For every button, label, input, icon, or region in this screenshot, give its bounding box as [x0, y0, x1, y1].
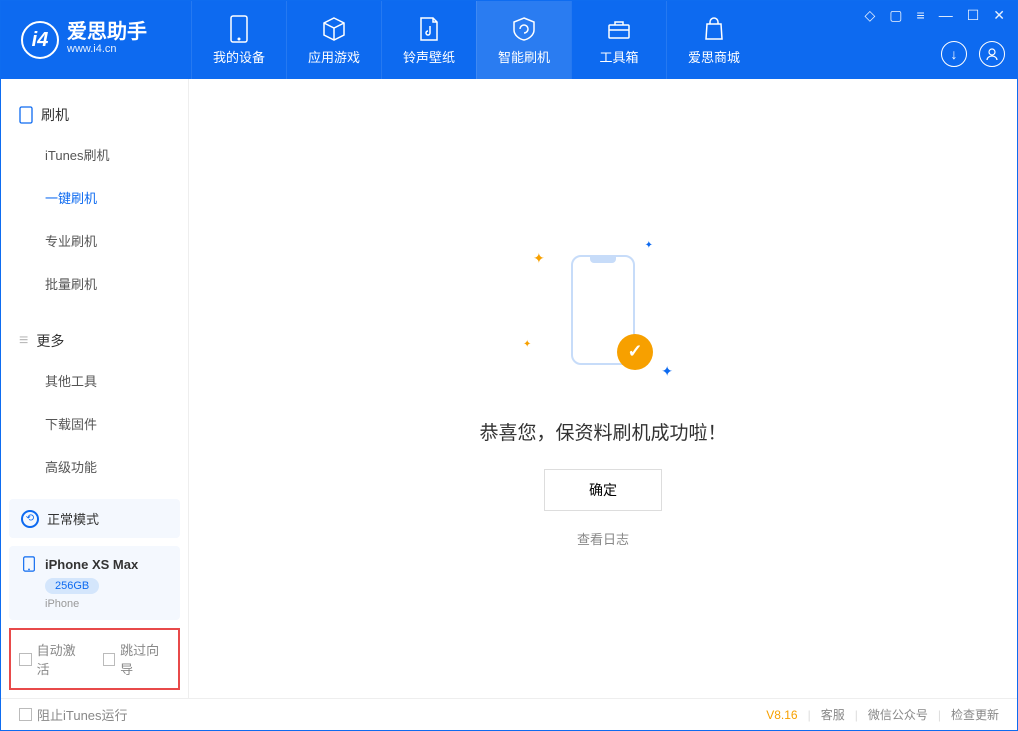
- mode-box[interactable]: ⟲ 正常模式: [9, 499, 180, 538]
- window-controls: ◇ ▢ ≡ — ☐ ✕: [865, 7, 1005, 24]
- header: i4 爱思助手 www.i4.cn 我的设备 应用游戏: [1, 1, 1017, 79]
- tab-ringtone-wallpaper[interactable]: 铃声壁纸: [381, 1, 476, 79]
- sparkle-icon: ✦: [645, 240, 653, 251]
- tab-apps-games[interactable]: 应用游戏: [286, 1, 381, 79]
- tab-store[interactable]: 爱思商城: [666, 1, 761, 79]
- footer-link-support[interactable]: 客服: [821, 706, 845, 723]
- checkbox-icon: [19, 653, 32, 666]
- separator: |: [855, 708, 858, 722]
- app-window: i4 爱思助手 www.i4.cn 我的设备 应用游戏: [0, 0, 1018, 731]
- device-name: iPhone XS Max: [45, 557, 138, 572]
- sparkle-icon: ✦: [533, 250, 545, 267]
- device-icon: [225, 15, 253, 43]
- tab-label: 爱思商城: [688, 47, 740, 66]
- sidebar-items-flash: iTunes刷机 一键刷机 专业刷机 批量刷机: [1, 133, 188, 305]
- footer-right: V8.16 | 客服 | 微信公众号 | 检查更新: [766, 706, 999, 723]
- sidebar-header-more: ≡ 更多: [1, 323, 188, 359]
- tab-toolbox[interactable]: 工具箱: [571, 1, 666, 79]
- minimize-button[interactable]: —: [939, 7, 953, 24]
- sidebar-section-flash: 刷机 iTunes刷机 一键刷机 专业刷机 批量刷机: [1, 79, 188, 305]
- refresh-shield-icon: [510, 15, 538, 43]
- sparkle-icon: ✦: [661, 363, 673, 380]
- sidebar-items-more: 其他工具 下载固件 高级功能: [1, 359, 188, 488]
- phone-small-icon: [19, 106, 33, 124]
- tab-label: 铃声壁纸: [403, 47, 455, 66]
- separator: |: [938, 708, 941, 722]
- checkbox-icon: [103, 653, 116, 666]
- checkbox-icon: [19, 708, 32, 721]
- body: 刷机 iTunes刷机 一键刷机 专业刷机 批量刷机 ≡ 更多 其他工具 下载固…: [1, 79, 1017, 698]
- sidebar-item-onekey-flash[interactable]: 一键刷机: [45, 176, 188, 219]
- feedback-icon[interactable]: ▢: [889, 7, 902, 24]
- sidebar-item-advanced[interactable]: 高级功能: [45, 445, 188, 488]
- main-content: ✦ ✦ ✦ ✦ ✓ 恭喜您，保资料刷机成功啦！ 确定 查看日志: [189, 79, 1017, 698]
- tab-label: 工具箱: [599, 47, 638, 66]
- tab-smart-flash[interactable]: 智能刷机: [476, 1, 571, 79]
- logo-icon: i4: [21, 21, 59, 59]
- skin-icon[interactable]: ◇: [865, 7, 876, 24]
- app-name: 爱思助手: [67, 22, 147, 42]
- tab-label: 应用游戏: [308, 47, 360, 66]
- sidebar-header-flash: 刷机: [1, 97, 188, 133]
- device-box[interactable]: iPhone XS Max 256GB iPhone: [9, 546, 180, 620]
- separator: |: [808, 708, 811, 722]
- logo-text: 爱思助手 www.i4.cn: [67, 22, 147, 57]
- menu-icon[interactable]: ≡: [917, 7, 925, 24]
- footer: 阻止iTunes运行 V8.16 | 客服 | 微信公众号 | 检查更新: [1, 698, 1017, 730]
- top-tabs: 我的设备 应用游戏 铃声壁纸 智能刷机: [191, 1, 761, 79]
- app-url: www.i4.cn: [67, 42, 147, 57]
- checkbox-auto-activate[interactable]: 自动激活: [19, 640, 87, 678]
- success-graphic: ✦ ✦ ✦ ✦ ✓: [523, 230, 683, 390]
- checkbox-label: 跳过向导: [120, 640, 170, 678]
- logo-area: i4 爱思助手 www.i4.cn: [1, 21, 191, 59]
- user-controls: ↓: [941, 41, 1005, 67]
- checkbox-skip-guide[interactable]: 跳过向导: [103, 640, 171, 678]
- tab-label: 智能刷机: [498, 47, 550, 66]
- sidebar-section-more: ≡ 更多 其他工具 下载固件 高级功能: [1, 305, 188, 488]
- device-type: iPhone: [45, 598, 168, 610]
- tab-label: 我的设备: [213, 47, 265, 66]
- header-right: ◇ ▢ ≡ — ☐ ✕ ↓: [865, 1, 1005, 79]
- mode-icon: ⟲: [21, 510, 39, 528]
- tab-my-device[interactable]: 我的设备: [191, 1, 286, 79]
- sidebar-item-other-tools[interactable]: 其他工具: [45, 359, 188, 402]
- version-label: V8.16: [766, 708, 797, 722]
- sparkle-icon: ✦: [523, 339, 531, 350]
- download-button[interactable]: ↓: [941, 41, 967, 67]
- sidebar-item-download-firmware[interactable]: 下载固件: [45, 402, 188, 445]
- checkbox-label: 自动激活: [37, 640, 87, 678]
- sidebar-item-batch-flash[interactable]: 批量刷机: [45, 262, 188, 305]
- toolbox-icon: [605, 15, 633, 43]
- confirm-button[interactable]: 确定: [544, 469, 662, 511]
- sidebar-item-pro-flash[interactable]: 专业刷机: [45, 219, 188, 262]
- cube-icon: [320, 15, 348, 43]
- list-icon: ≡: [19, 332, 28, 350]
- section-title: 更多: [36, 331, 64, 351]
- mode-label: 正常模式: [47, 509, 99, 528]
- footer-link-wechat[interactable]: 微信公众号: [868, 706, 928, 723]
- footer-link-check-update[interactable]: 检查更新: [951, 706, 999, 723]
- device-storage: 256GB: [45, 578, 99, 594]
- section-title: 刷机: [41, 105, 69, 125]
- checkbox-block-itunes[interactable]: 阻止iTunes运行: [19, 705, 128, 724]
- success-check-icon: ✓: [617, 334, 653, 370]
- sidebar: 刷机 iTunes刷机 一键刷机 专业刷机 批量刷机 ≡ 更多 其他工具 下载固…: [1, 79, 189, 698]
- phone-small-icon: [21, 556, 37, 572]
- music-file-icon: [415, 15, 443, 43]
- sidebar-item-itunes-flash[interactable]: iTunes刷机: [45, 133, 188, 176]
- view-log-link[interactable]: 查看日志: [577, 529, 629, 548]
- close-button[interactable]: ✕: [993, 7, 1005, 24]
- success-message: 恭喜您，保资料刷机成功啦！: [479, 418, 726, 445]
- user-button[interactable]: [979, 41, 1005, 67]
- footer-left: 阻止iTunes运行: [19, 705, 128, 724]
- shopping-bag-icon: [700, 15, 728, 43]
- maximize-button[interactable]: ☐: [967, 7, 980, 24]
- checkbox-label: 阻止iTunes运行: [37, 705, 128, 724]
- options-highlight-box: 自动激活 跳过向导: [9, 628, 180, 690]
